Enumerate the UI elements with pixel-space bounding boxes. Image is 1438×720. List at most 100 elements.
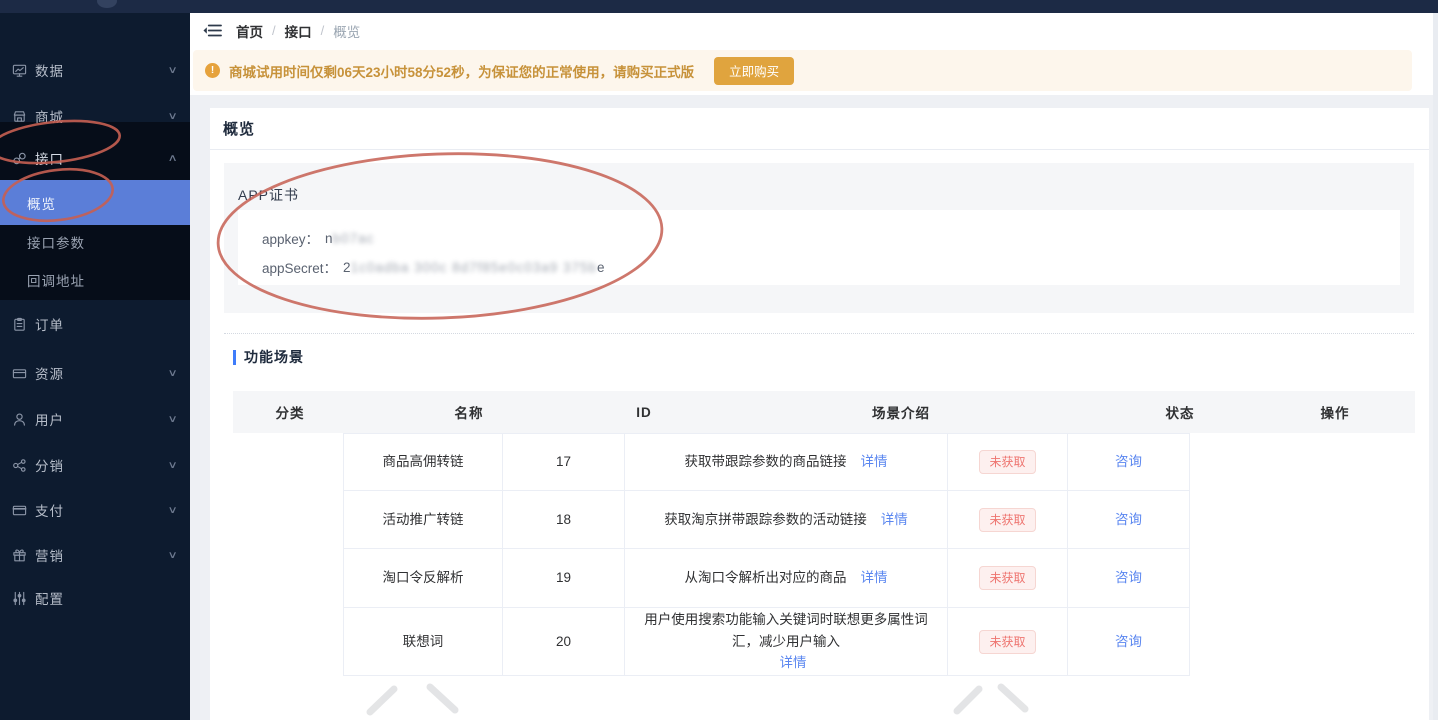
sidebar-item-label: 资源	[35, 367, 64, 382]
column-header-name: 名称	[454, 406, 484, 421]
cell-id: 17	[503, 434, 625, 491]
scene-intro-text: 获取带跟踪参数的商品链接	[684, 454, 847, 470]
table-header-row: 分类 名称 ID 场景介绍 状态 操作	[233, 391, 1415, 433]
sidebar-item-overview[interactable]: 概览	[0, 180, 190, 225]
cell-id: 18	[503, 491, 625, 549]
warning-icon: !	[205, 63, 220, 78]
sidebar-item-settings[interactable]: 配置	[0, 577, 190, 619]
cell-action: 咨询	[1068, 549, 1190, 608]
appsecret-value-start: 2	[343, 259, 351, 275]
scrollbar-track[interactable]	[1433, 13, 1438, 720]
credit-card-icon	[11, 502, 27, 518]
breadcrumb-item-home[interactable]: 首页	[236, 21, 263, 41]
app-certificate-section: APP证书 appkey： n b07ac appSecret： 2 1c0ad…	[224, 163, 1414, 313]
table-row: 淘口令反解析 19 从淘口令解析出对应的商品 详情 未获取 咨询	[344, 549, 1190, 608]
sidebar-item-label: 配置	[35, 592, 64, 607]
sidebar: 数据 ∨ 商城 ∨ 接口 ∧ 概览 接口参数 回调地址 订单 资源 ∨ 用户 ∨…	[0, 13, 190, 720]
table-row: 活动推广转链 18 获取淘京拼带跟踪参数的活动链接 详情 未获取 咨询	[344, 491, 1190, 549]
cell-id: 19	[503, 549, 625, 608]
detail-link[interactable]: 详情	[881, 509, 908, 531]
feature-scenes-header: 功能场景	[233, 347, 304, 367]
appsecret-value-end: e	[597, 259, 605, 275]
monitor-icon	[11, 62, 27, 78]
status-badge: 未获取	[979, 450, 1036, 474]
appsecret-value-redacted: 1c0adba 300c 8d7f85e0c03a9 375b	[350, 259, 598, 275]
cell-status: 未获取	[948, 608, 1068, 676]
cell-status: 未获取	[948, 434, 1068, 491]
cell-action: 咨询	[1068, 434, 1190, 491]
shop-icon	[11, 108, 27, 124]
chevron-down-icon: ∨	[167, 459, 178, 471]
collapse-sidebar-icon[interactable]	[203, 23, 222, 38]
sidebar-item-mall[interactable]: 商城 ∨	[0, 95, 190, 137]
overview-panel: 概览 APP证书 appkey： n b07ac appSecret： 2 1c…	[210, 108, 1429, 720]
appkey-label: appkey：	[262, 232, 320, 247]
consult-link[interactable]: 咨询	[1115, 451, 1142, 473]
logo-partial	[97, 0, 117, 8]
cell-name: 淘口令反解析	[344, 549, 503, 608]
sidebar-item-marketing[interactable]: 营销 ∨	[0, 534, 190, 576]
sidebar-item-label: 分销	[35, 459, 64, 474]
breadcrumb-item-api[interactable]: 接口	[285, 21, 312, 41]
page-title: 概览	[223, 121, 256, 138]
card-icon	[11, 365, 27, 381]
scene-intro-text: 从淘口令解析出对应的商品	[684, 570, 847, 586]
table-body: 商品高佣转链 17 获取带跟踪参数的商品链接 详情 未获取 咨询 活动推广转链 …	[343, 433, 1190, 676]
consult-link[interactable]: 咨询	[1115, 509, 1142, 531]
consult-link[interactable]: 咨询	[1115, 567, 1142, 589]
status-badge: 未获取	[979, 566, 1036, 590]
cell-scene-intro: 从淘口令解析出对应的商品 详情	[625, 549, 948, 608]
appkey-row: appkey： n b07ac	[262, 225, 1400, 251]
sidebar-item-users[interactable]: 用户 ∨	[0, 398, 190, 440]
chevron-down-icon: ∨	[167, 367, 178, 379]
detail-link[interactable]: 详情	[861, 451, 888, 473]
chevron-down-icon: ∨	[167, 549, 178, 561]
sidebar-item-label: 接口	[35, 152, 64, 167]
appkey-value-redacted: b07ac	[332, 230, 375, 246]
section-accent-bar	[233, 349, 236, 365]
breadcrumb-separator: /	[272, 23, 276, 38]
sidebar-item-label: 营销	[35, 549, 64, 564]
breadcrumb-item-overview: 概览	[333, 24, 361, 40]
sidebar-item-resources[interactable]: 资源 ∨	[0, 352, 190, 394]
column-header-scene-intro: 场景介绍	[872, 406, 930, 421]
consult-link[interactable]: 咨询	[1115, 631, 1142, 653]
sidebar-item-api[interactable]: 接口 ∧	[0, 137, 190, 179]
column-header-category: 分类	[275, 406, 305, 421]
link-icon	[11, 150, 27, 166]
sidebar-item-payment[interactable]: 支付 ∨	[0, 489, 190, 531]
sidebar-item-callback-address[interactable]: 回调地址	[0, 259, 190, 301]
chevron-up-icon: ∧	[167, 152, 178, 164]
status-badge: 未获取	[979, 507, 1036, 532]
dotted-divider	[224, 333, 1414, 334]
sidebar-item-orders[interactable]: 订单	[0, 303, 190, 345]
feature-scenes-title: 功能场景	[244, 349, 304, 365]
cell-name: 联想词	[344, 608, 503, 676]
sliders-icon	[11, 590, 27, 606]
cell-action: 咨询	[1068, 491, 1190, 549]
clipboard-icon	[11, 316, 27, 332]
breadcrumb-separator: /	[320, 23, 325, 38]
app-certificate-title: APP证书	[238, 187, 300, 203]
table-row: 商品高佣转链 17 获取带跟踪参数的商品链接 详情 未获取 咨询	[344, 434, 1190, 491]
top-bar	[0, 0, 1438, 13]
sidebar-item-label: 支付	[35, 504, 64, 519]
cell-status: 未获取	[948, 549, 1068, 608]
sidebar-item-label: 概览	[27, 196, 56, 212]
buy-now-button[interactable]: 立即购买	[714, 56, 795, 85]
cell-name: 商品高佣转链	[344, 434, 503, 491]
sidebar-item-data[interactable]: 数据 ∨	[0, 49, 190, 91]
cell-scene-intro: 获取淘京拼带跟踪参数的活动链接 详情	[625, 491, 948, 549]
sidebar-item-label: 用户	[35, 413, 64, 428]
column-header-id: ID	[636, 404, 652, 420]
app-window: 数据 ∨ 商城 ∨ 接口 ∧ 概览 接口参数 回调地址 订单 资源 ∨ 用户 ∨…	[0, 0, 1438, 720]
detail-link[interactable]: 详情	[780, 652, 807, 674]
chevron-down-icon: ∨	[167, 504, 178, 516]
sidebar-item-api-params[interactable]: 接口参数	[0, 221, 190, 263]
chevron-down-icon: ∨	[167, 413, 178, 425]
sidebar-item-distribution[interactable]: 分销 ∨	[0, 444, 190, 486]
cell-name: 活动推广转链	[344, 491, 503, 549]
cell-action: 咨询	[1068, 608, 1190, 676]
detail-link[interactable]: 详情	[861, 567, 888, 589]
cell-id: 20	[503, 608, 625, 676]
